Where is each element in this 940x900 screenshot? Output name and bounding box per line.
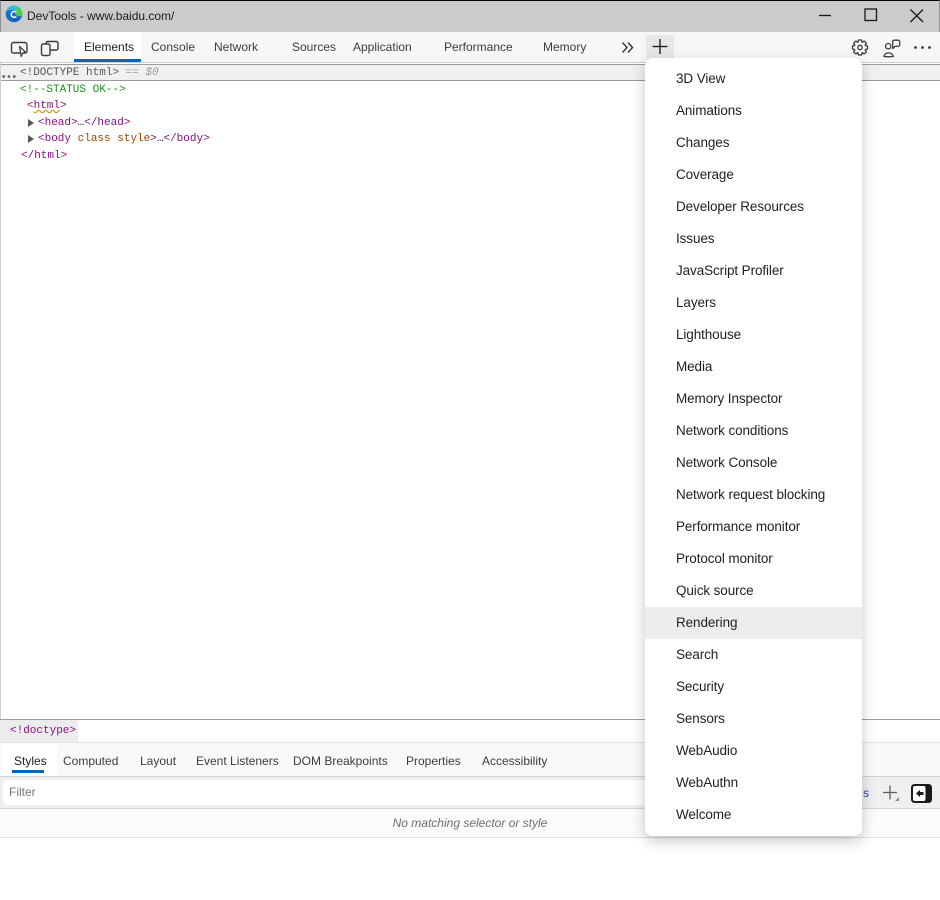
svg-text:s: s [863, 786, 869, 800]
